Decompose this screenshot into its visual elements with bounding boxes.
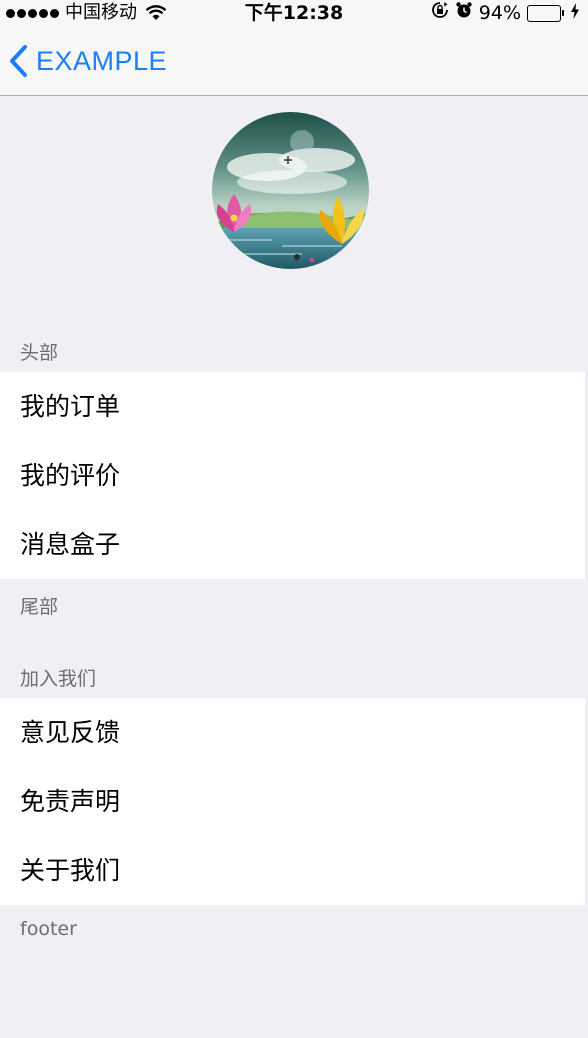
status-bar-right: 94% <box>431 0 580 26</box>
back-button[interactable]: EXAMPLE <box>8 26 167 96</box>
table-group: 我的订单 我的评价 消息盒子 <box>0 372 585 579</box>
chevron-left-icon <box>8 44 28 78</box>
section-header: 头部 <box>20 342 59 364</box>
charging-bolt-icon <box>570 0 580 26</box>
table-cell-message-box[interactable]: 消息盒子 <box>0 510 585 579</box>
status-bar: 中国移动 下午12:38 94% <box>0 0 588 26</box>
navigation-bar: EXAMPLE <box>0 26 588 96</box>
table-group-join-us: 意见反馈 免责声明 关于我们 <box>0 698 585 905</box>
section-footer: 尾部 <box>20 596 59 618</box>
alarm-icon <box>455 0 473 26</box>
table-cell-my-orders[interactable]: 我的订单 <box>0 372 585 441</box>
back-button-label: EXAMPLE <box>36 45 168 76</box>
table-cell-my-reviews[interactable]: 我的评价 <box>0 441 585 510</box>
battery-percent: 94% <box>478 2 521 24</box>
section-footer-join-us: footer <box>20 918 77 940</box>
rotation-lock-icon <box>431 0 449 26</box>
battery-icon <box>527 4 564 22</box>
table-cell-about-us[interactable]: 关于我们 <box>0 836 585 905</box>
table-cell-feedback[interactable]: 意见反馈 <box>0 698 585 767</box>
avatar[interactable] <box>212 112 369 269</box>
section-header-join-us: 加入我们 <box>20 668 97 690</box>
table-cell-disclaimer[interactable]: 免责声明 <box>0 767 585 836</box>
